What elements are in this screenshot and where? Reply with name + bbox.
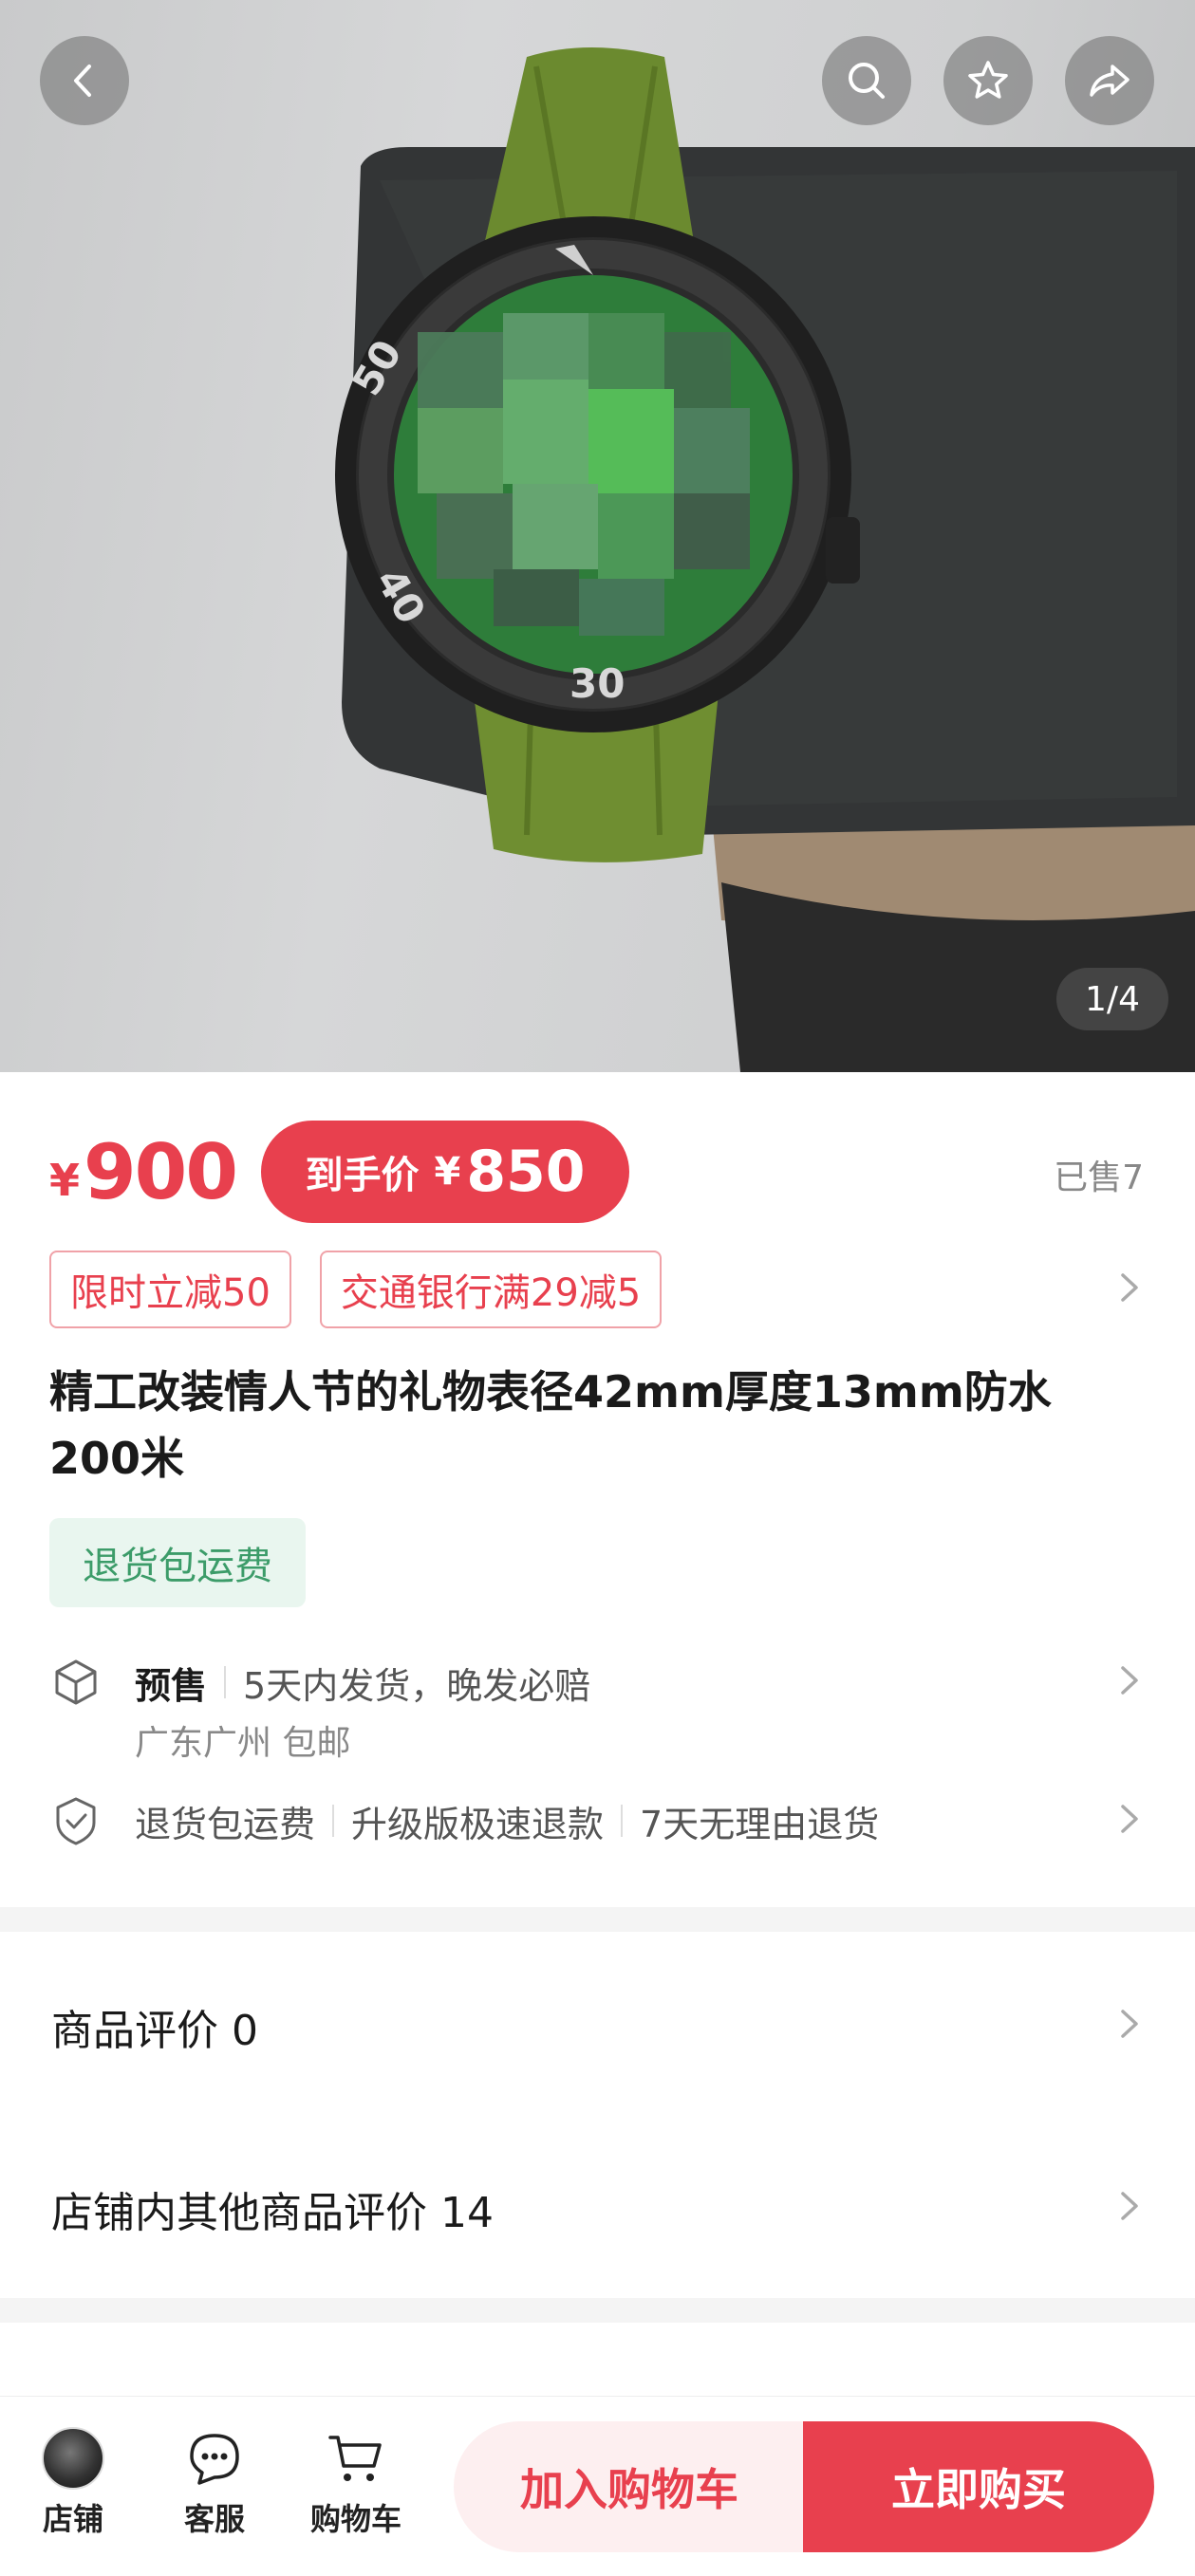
presale-label: 预售: [135, 1664, 208, 1707]
return-shipping-badge: 退货包运费: [49, 1518, 306, 1607]
net-price-badge: 到手价 ¥ 850: [261, 1121, 630, 1223]
promotions-row[interactable]: 限时立减50 交通银行满29减5: [49, 1251, 663, 1328]
image-counter: 1/4: [1056, 968, 1168, 1030]
chevron-right-icon[interactable]: [1115, 1268, 1144, 1307]
reviews-card: [0, 1932, 1195, 2298]
guarantee-row[interactable]: 退货包运费 升级版极速退款 7天无理由退货: [49, 1794, 879, 1847]
store-avatar-icon: [42, 2427, 104, 2490]
favorite-button[interactable]: [943, 36, 1033, 125]
search-button[interactable]: [822, 36, 911, 125]
package-icon: [55, 1659, 97, 1705]
store-label: 店铺: [42, 2501, 103, 2537]
chevron-right-icon[interactable]: [1115, 2004, 1144, 2044]
product-image-gallery[interactable]: 50 40 30 1/4: [0, 0, 1195, 1072]
promo-tag[interactable]: 交通银行满29减5: [319, 1251, 663, 1328]
shield-check-icon: [56, 1797, 96, 1845]
presale-row[interactable]: 预售 5天内发货，晚发必赔: [49, 1656, 590, 1709]
net-price-value: 850: [466, 1139, 586, 1205]
guarantee-item: 7天无理由退货: [640, 1803, 880, 1845]
search-icon: [849, 63, 885, 99]
chevron-left-icon: [74, 65, 91, 97]
store-reviews-link[interactable]: 店铺内其他商品评价 14: [51, 2178, 494, 2239]
guarantee-item: 升级版极速退款: [351, 1803, 605, 1845]
customer-service-button[interactable]: 客服: [162, 2427, 267, 2539]
share-button[interactable]: [1065, 36, 1154, 125]
chevron-right-icon[interactable]: [1115, 2186, 1144, 2226]
promo-tag[interactable]: 限时立减50: [49, 1251, 291, 1328]
net-currency-symbol: ¥: [434, 1150, 461, 1194]
product-photo: 50 40 30: [335, 47, 1195, 1072]
share-icon: [1090, 65, 1130, 97]
cart-button[interactable]: 购物车: [304, 2427, 408, 2539]
avatar: [42, 2427, 104, 2490]
add-to-cart-button[interactable]: 加入购物车: [454, 2421, 805, 2552]
chevron-right-icon[interactable]: [1115, 1660, 1144, 1700]
product-title: 精工改装情人节的礼物表径42mm厚度13mm防水200米: [49, 1366, 1052, 1484]
chat-icon: [190, 2434, 239, 2485]
sold-count: 已售7: [1054, 1158, 1144, 1197]
chevron-right-icon[interactable]: [1115, 1799, 1144, 1839]
back-button[interactable]: [40, 36, 129, 125]
buy-now-button[interactable]: 立即购买: [803, 2421, 1154, 2552]
service-label: 客服: [183, 2501, 245, 2537]
net-price-label: 到手价: [305, 1154, 420, 1197]
store-button[interactable]: 店铺: [21, 2427, 125, 2539]
divider: [224, 1666, 227, 1698]
presale-text: 5天内发货，晚发必赔: [243, 1664, 591, 1707]
original-price: 900: [84, 1127, 238, 1216]
currency-symbol: ¥: [49, 1155, 81, 1206]
divider: [332, 1805, 335, 1837]
price-row: ¥ 900 到手价 ¥ 850: [49, 1120, 630, 1224]
product-reviews-link[interactable]: 商品评价 0: [51, 1996, 258, 2057]
guarantee-item: 退货包运费: [135, 1803, 316, 1845]
shopping-cart-icon: [328, 2436, 382, 2481]
cart-label: 购物车: [309, 2501, 401, 2537]
divider: [621, 1805, 624, 1837]
star-icon: [968, 61, 1008, 99]
svg-text:30: 30: [569, 660, 625, 707]
shipping-origin: 广东广州 包邮: [135, 1724, 351, 1763]
